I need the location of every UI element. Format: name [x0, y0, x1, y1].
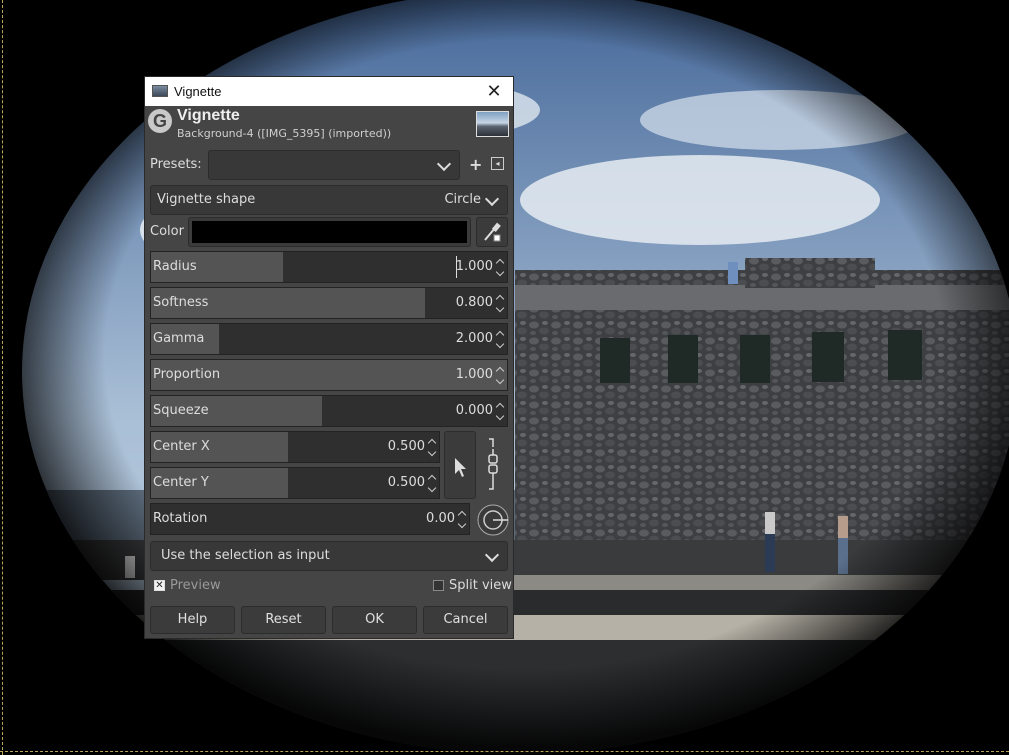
center-x-slider[interactable]: Center X 0.500 — [150, 431, 440, 463]
chevron-down-icon — [484, 547, 500, 563]
center-y-value[interactable]: 0.500 — [388, 475, 425, 490]
dialog-subtitle: Background-4 ([IMG_5395] (imported)) — [177, 127, 392, 140]
gamma-spin-buttons[interactable] — [495, 324, 507, 354]
canvas-boundary-left — [2, 0, 3, 755]
shape-value: Circle — [444, 192, 481, 207]
gamma-label: Gamma — [153, 331, 205, 346]
split-view-checkbox[interactable] — [433, 580, 444, 591]
chevron-down-icon — [436, 156, 452, 172]
dialog-title: Vignette — [177, 107, 240, 124]
reset-button[interactable]: Reset — [241, 606, 326, 634]
squeeze-spin-buttons[interactable] — [495, 396, 507, 426]
canvas-boundary-bottom — [0, 751, 1009, 752]
color-swatch — [192, 221, 467, 243]
pick-center-button[interactable] — [444, 431, 476, 499]
presets-label: Presets: — [150, 157, 202, 172]
ok-button[interactable]: OK — [332, 606, 417, 634]
gimp-logo-icon: G — [148, 109, 172, 133]
center-x-value[interactable]: 0.500 — [388, 439, 425, 454]
color-picker-icon — [484, 222, 501, 242]
chevron-down-icon — [484, 191, 500, 207]
proportion-spin-buttons[interactable] — [495, 360, 507, 390]
cancel-button[interactable]: Cancel — [423, 606, 508, 634]
radius-slider[interactable]: Radius 1.000 — [150, 251, 508, 283]
add-preset-icon[interactable]: + — [469, 155, 482, 174]
softness-slider[interactable]: Softness 0.800 — [150, 287, 508, 319]
image-thumbnail — [476, 111, 509, 137]
squeeze-slider[interactable]: Squeeze 0.000 — [150, 395, 508, 427]
center-y-spin-buttons[interactable] — [427, 468, 439, 498]
shape-label: Vignette shape — [157, 192, 256, 207]
proportion-label: Proportion — [153, 367, 221, 382]
softness-spin-buttons[interactable] — [495, 288, 507, 318]
proportion-value[interactable]: 1.000 — [456, 367, 493, 382]
vignette-shape-combo[interactable]: Vignette shape Circle — [150, 185, 508, 215]
rotation-value[interactable]: 0.00 — [426, 511, 455, 526]
window-title: Vignette — [174, 84, 222, 99]
color-label: Color — [150, 224, 184, 239]
pick-center-icon — [455, 458, 466, 477]
dialog-titlebar[interactable]: Vignette ✕ — [145, 77, 513, 106]
radius-value[interactable]: 1.000 — [456, 259, 493, 274]
preview-label: Preview — [170, 578, 221, 593]
help-button[interactable]: Help — [150, 606, 235, 634]
softness-value[interactable]: 0.800 — [456, 295, 493, 310]
split-view-label: Split view — [449, 578, 512, 593]
center-x-label: Center X — [153, 439, 210, 454]
squeeze-label: Squeeze — [153, 403, 209, 418]
selection-input-value: Use the selection as input — [161, 548, 330, 563]
rotation-slider[interactable]: Rotation 0.00 — [150, 503, 470, 535]
proportion-slider[interactable]: Proportion 1.000 — [150, 359, 508, 391]
center-x-spin-buttons[interactable] — [427, 432, 439, 462]
rotation-spin-buttons[interactable] — [457, 504, 469, 534]
squeeze-value[interactable]: 0.000 — [456, 403, 493, 418]
gamma-value[interactable]: 2.000 — [456, 331, 493, 346]
color-button[interactable] — [188, 217, 471, 247]
presets-combo[interactable] — [208, 150, 460, 180]
chain-link-icon[interactable] — [483, 437, 503, 493]
rotation-dial-icon[interactable] — [476, 503, 510, 537]
softness-label: Softness — [153, 295, 209, 310]
vignette-dialog: Vignette ✕ G Vignette Background-4 ([IMG… — [144, 76, 514, 639]
center-y-slider[interactable]: Center Y 0.500 — [150, 467, 440, 499]
close-icon[interactable]: ✕ — [483, 80, 505, 102]
preview-checkbox[interactable]: ✕ — [154, 580, 165, 591]
window-icon — [152, 85, 168, 97]
selection-input-combo[interactable]: Use the selection as input — [150, 541, 508, 571]
dialog-header: G Vignette Background-4 ([IMG_5395] (imp… — [145, 107, 513, 145]
color-picker-button[interactable] — [476, 217, 508, 247]
rotation-label: Rotation — [153, 511, 208, 526]
preset-menu-icon[interactable]: ◂ — [491, 157, 504, 170]
gamma-slider[interactable]: Gamma 2.000 — [150, 323, 508, 355]
radius-spin-buttons[interactable] — [495, 252, 507, 282]
radius-label: Radius — [153, 259, 197, 274]
center-y-label: Center Y — [153, 475, 209, 490]
